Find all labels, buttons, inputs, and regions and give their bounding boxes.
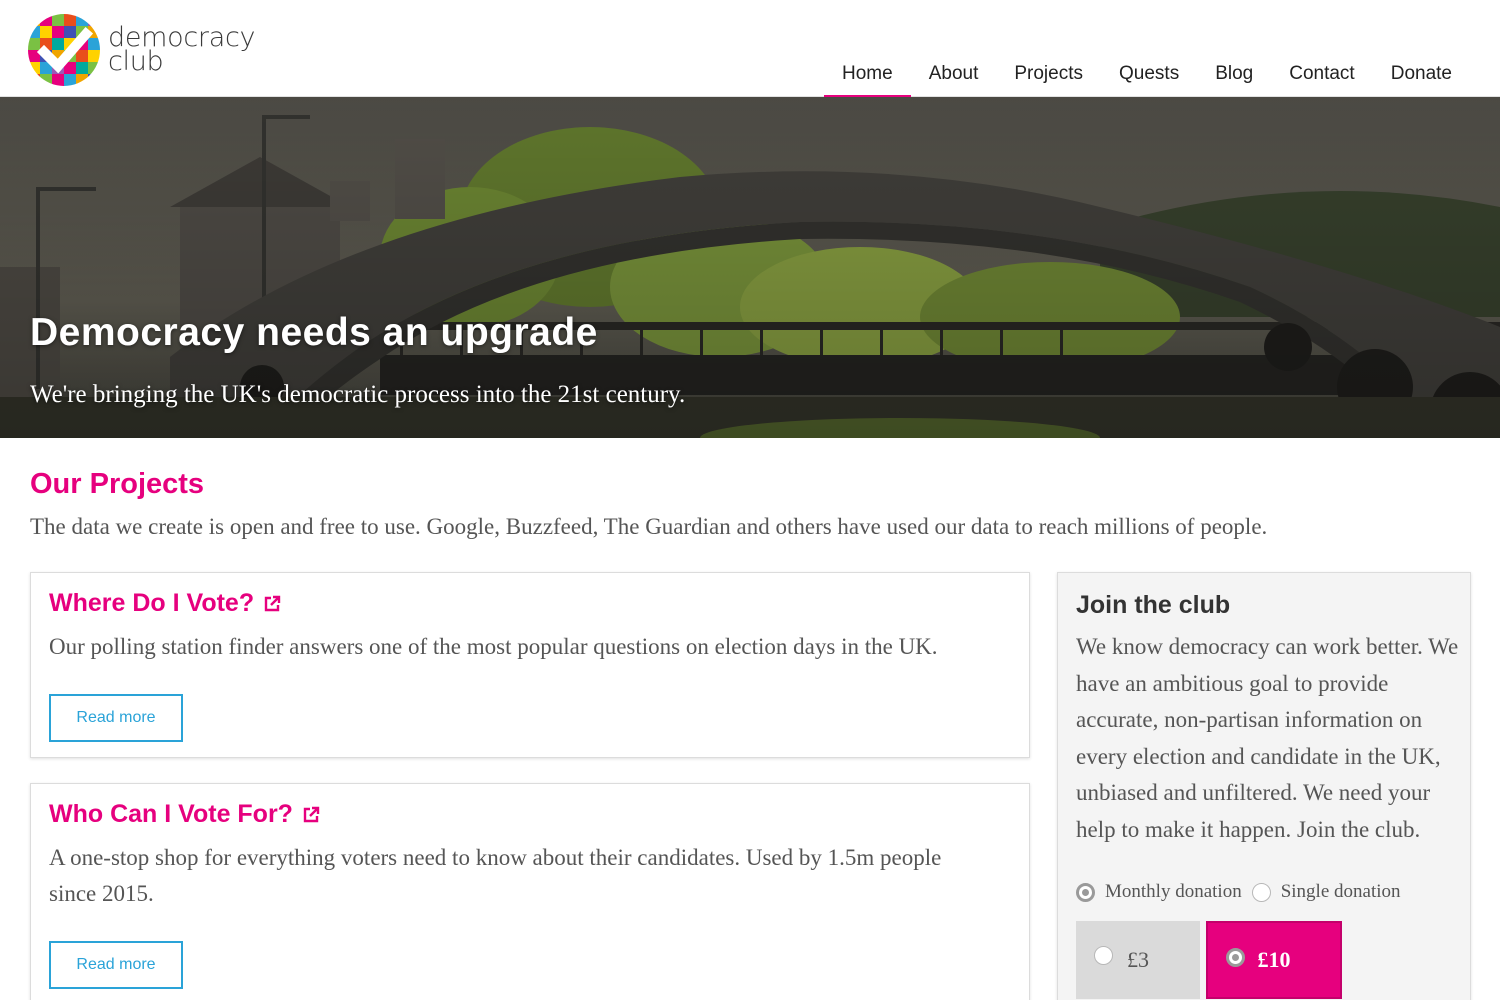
donation-type-options: Monthly donation Single donation [1076, 881, 1401, 903]
projects-description: The data we create is open and free to u… [30, 514, 1268, 539]
democracy-club-logo-icon [28, 14, 100, 86]
amount-3-radio[interactable] [1094, 946, 1113, 965]
nav-donate[interactable]: Donate [1373, 0, 1470, 97]
nav-home[interactable]: Home [824, 0, 911, 98]
site-logo[interactable]: democracy club [28, 14, 255, 86]
amount-option-10[interactable]: £10 [1206, 921, 1342, 999]
join-the-club-panel: Join the club We know democracy can work… [1057, 572, 1471, 1000]
nav-projects[interactable]: Projects [996, 0, 1101, 97]
nav-quests[interactable]: Quests [1101, 0, 1197, 97]
card-title-link[interactable]: Who Can I Vote For? [49, 800, 321, 829]
card-description: Our polling station finder answers one o… [49, 634, 938, 659]
hero-subtitle: We're bringing the UK's democratic proce… [30, 381, 686, 408]
project-card-who-can-i-vote-for: Who Can I Vote For? A one-stop shop for … [30, 783, 1030, 1000]
card-title-link[interactable]: Where Do I Vote? [49, 589, 282, 618]
project-card-where-do-i-vote: Where Do I Vote? Our polling station fin… [30, 572, 1030, 758]
amount-10-radio[interactable] [1226, 948, 1245, 967]
amount-10-label: £10 [1257, 947, 1291, 972]
read-more-button[interactable]: Read more [49, 941, 183, 989]
site-header: democracy club Home About Projects Quest… [0, 0, 1500, 98]
logo-wordmark: democracy club [108, 24, 255, 77]
logo-line-2: club [108, 46, 164, 77]
single-donation-radio[interactable] [1251, 882, 1271, 902]
hero-title: Democracy needs an upgrade [30, 311, 598, 354]
nav-contact[interactable]: Contact [1271, 0, 1372, 97]
card-title-text[interactable]: Where Do I Vote? [49, 589, 254, 618]
amount-option-3[interactable]: £3 [1076, 921, 1200, 999]
amount-3-label: £3 [1127, 947, 1149, 972]
external-link-icon [303, 806, 320, 822]
card-description: A one-stop shop for everything voters ne… [49, 845, 942, 906]
single-donation-label[interactable]: Single donation [1281, 881, 1401, 903]
projects-title: Our Projects [30, 468, 205, 500]
card-title-text[interactable]: Who Can I Vote For? [49, 800, 293, 829]
join-title: Join the club [1076, 591, 1231, 619]
nav-about[interactable]: About [911, 0, 997, 97]
join-description: We know democracy can work better. We ha… [1076, 634, 1459, 842]
external-link-icon [264, 595, 281, 611]
main-nav: Home About Projects Quests Blog Contact … [824, 0, 1470, 98]
nav-blog[interactable]: Blog [1197, 0, 1271, 97]
hero-banner: Democracy needs an upgrade We're bringin… [0, 97, 1500, 438]
monthly-donation-label[interactable]: Monthly donation [1105, 881, 1242, 903]
read-more-button[interactable]: Read more [49, 694, 183, 742]
monthly-donation-radio[interactable] [1076, 882, 1095, 902]
